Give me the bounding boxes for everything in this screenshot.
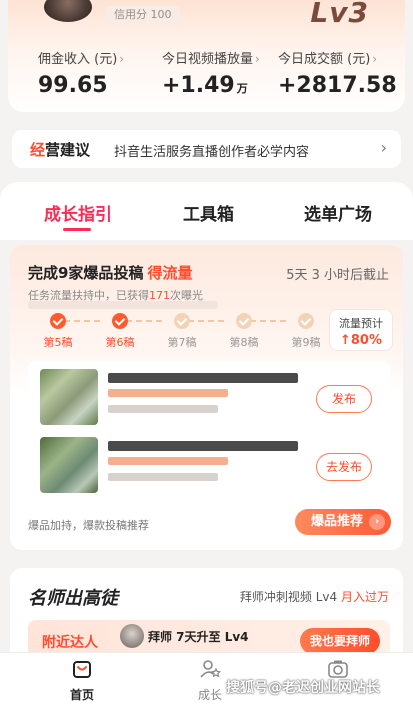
- chevron-right-icon: ›: [372, 52, 378, 66]
- stats-card: 信用分 100 Lv3 佣金收入 (元) › 99.65 今日视频播放量 › +1.…: [8, 0, 405, 112]
- chevron-right-icon: ›: [369, 514, 385, 530]
- check-icon: [298, 313, 314, 329]
- stat-label: 今日视频播放量 ›: [162, 52, 260, 67]
- stat-value: +1.49 万: [162, 73, 248, 98]
- active-tab-indicator: [63, 228, 91, 231]
- check-icon: [50, 313, 66, 329]
- task-title: 完成9家爆品投稿 得流量: [28, 264, 193, 282]
- footer-text: 爆品加持，爆款投稿推荐: [28, 519, 149, 532]
- stat-value: 99.65: [38, 73, 108, 98]
- business-advice-row[interactable]: 经营建议 抖音生活服务直播创作者必学内容 ›: [12, 130, 401, 168]
- stat-video-plays[interactable]: 今日视频播放量 › +1.49 万: [162, 48, 260, 98]
- blurred-text: [108, 373, 298, 383]
- blurred-text: [28, 301, 218, 309]
- chevron-right-icon: ›: [119, 52, 125, 66]
- stat-value: +2817.58: [278, 73, 397, 98]
- step-item: 第7稿: [152, 313, 212, 350]
- check-icon: [174, 313, 190, 329]
- watermark: 搜狐号@老迟创业网站长: [226, 680, 380, 696]
- advice-text: 抖音生活服务直播创作者必学内容: [114, 145, 310, 160]
- step-item: 第5稿: [28, 313, 88, 350]
- step-item: 第8稿: [214, 313, 274, 350]
- become-apprentice-button[interactable]: 我也要拜师: [300, 628, 380, 654]
- blurred-text: [108, 441, 298, 451]
- tab-growth-guide[interactable]: 成长指引: [44, 200, 112, 225]
- stat-commission[interactable]: 佣金收入 (元) › 99.65: [38, 48, 124, 98]
- stat-label: 今日成交额 (元) ›: [278, 52, 378, 67]
- blurred-text: [108, 457, 228, 465]
- avatar: [120, 624, 144, 648]
- list-item[interactable]: 发布: [28, 365, 390, 427]
- product-thumbnail: [40, 369, 98, 425]
- stat-label: 佣金收入 (元) ›: [38, 52, 125, 67]
- blurred-text: [108, 405, 218, 413]
- mentor-subtitle[interactable]: 拜师冲刺视频 Lv4 月入过万: [240, 588, 389, 605]
- product-list: 发布 去发布: [28, 361, 390, 501]
- nav-home[interactable]: 首页: [57, 659, 107, 703]
- product-thumbnail: [40, 437, 98, 493]
- progress-steps: 第5稿 第6稿 第7稿 第8稿 第9稿: [24, 313, 324, 349]
- camera-icon: [328, 660, 348, 678]
- advice-title: 经营建议: [30, 141, 91, 159]
- blurred-text: [108, 473, 218, 481]
- tab-selection-plaza[interactable]: 选单广场: [304, 200, 372, 225]
- growth-icon: [200, 660, 222, 678]
- avatar[interactable]: [44, 0, 92, 22]
- task-deadline: 5天 3 小时后截止: [286, 268, 389, 283]
- task-card: 完成9家爆品投稿 得流量 5天 3 小时后截止 任务流量扶持中，已获得171次曝光…: [10, 245, 403, 550]
- flow-estimate: 流量预计 ↑80%: [329, 309, 393, 351]
- check-icon: [236, 313, 252, 329]
- user-badge: 信用分 100: [106, 6, 180, 23]
- mentor-title: 名师出高徒: [28, 588, 118, 609]
- check-icon: [112, 313, 128, 329]
- home-bag-icon: [73, 661, 91, 678]
- stat-gmv[interactable]: 今日成交额 (元) › +2817.58: [278, 48, 397, 98]
- task-footer: 爆品加持，爆款投稿推荐 爆品推荐 ›: [10, 503, 403, 550]
- chevron-right-icon: ›: [255, 52, 260, 66]
- step-item: 第9稿: [276, 313, 336, 350]
- publish-button[interactable]: 去发布: [316, 453, 372, 481]
- tab-bar: 成长指引 工具箱 选单广场: [0, 182, 413, 240]
- list-item[interactable]: 去发布: [28, 433, 390, 495]
- tab-toolbox[interactable]: 工具箱: [183, 200, 234, 225]
- publish-button[interactable]: 发布: [316, 385, 372, 413]
- blurred-text: [108, 389, 228, 397]
- step-item: 第6稿: [90, 313, 150, 350]
- chevron-right-icon: ›: [380, 138, 387, 157]
- hot-product-button[interactable]: 爆品推荐 ›: [295, 509, 391, 535]
- level-badge: Lv3: [310, 0, 369, 29]
